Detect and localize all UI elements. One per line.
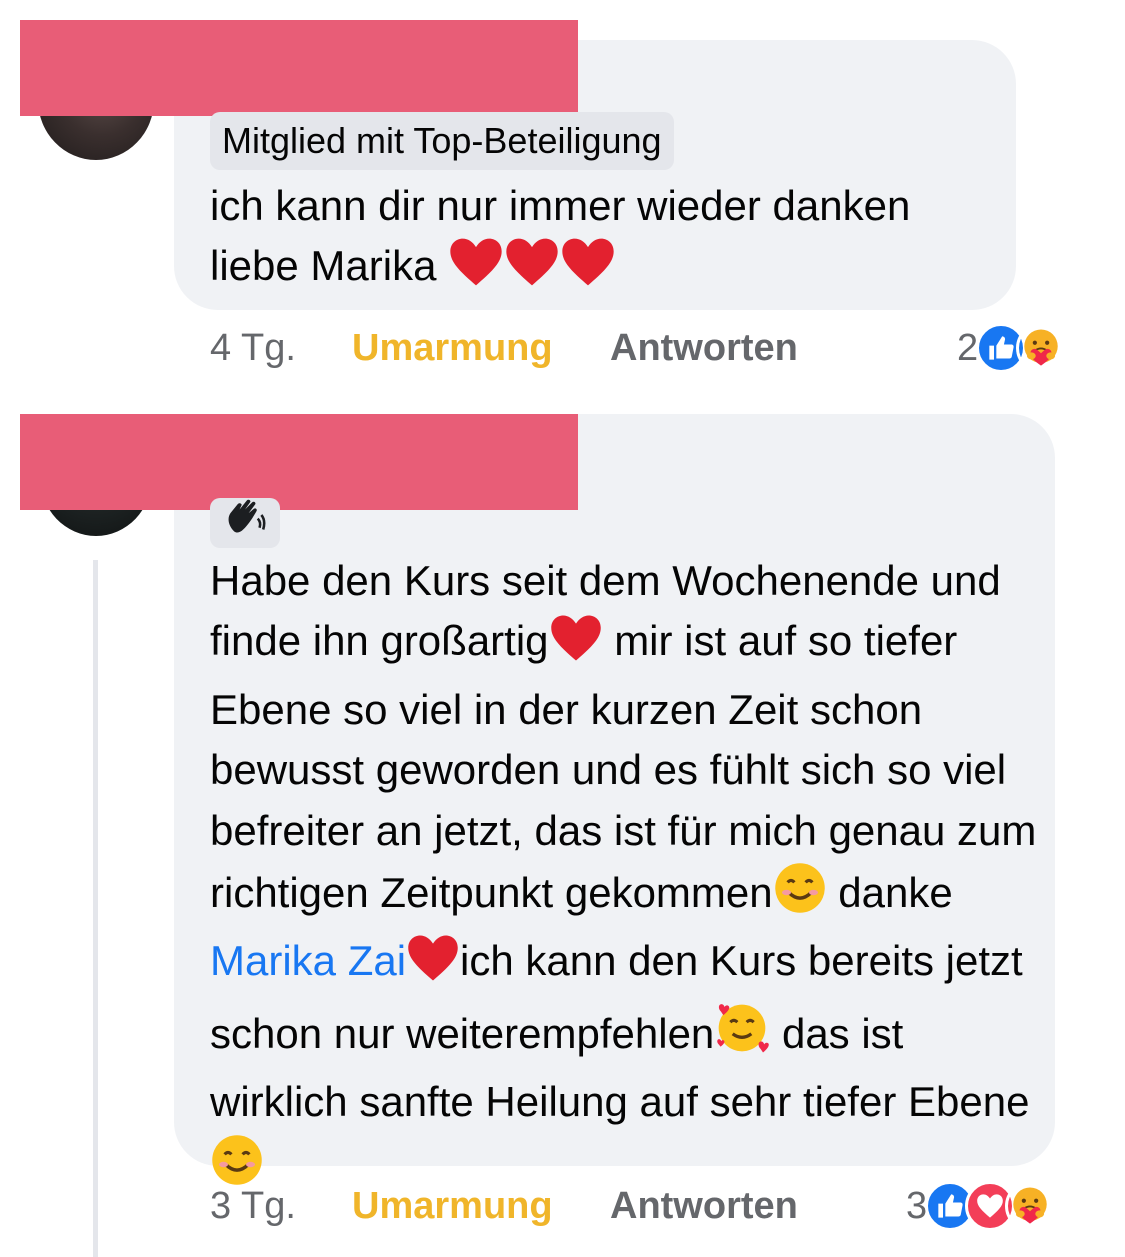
waving-hand-icon [223, 494, 267, 552]
heart-emoji-icon [406, 933, 460, 999]
comment-text: Habe den Kurs seit dem Wochenende und fi… [210, 551, 1040, 1203]
hug-reaction-button[interactable]: Umarmung [352, 1181, 553, 1231]
heart-emoji-icon [504, 236, 560, 304]
smiling-face-with-hearts-emoji-icon [714, 1000, 770, 1072]
heart-emoji-icon [560, 236, 616, 304]
hug-reaction-button[interactable]: Umarmung [352, 323, 553, 373]
top-contributor-badge: Mitglied mit Top-Beteiligung [210, 112, 674, 170]
redacted-name-bar [20, 20, 578, 116]
comment-timestamp[interactable]: 4 Tg. [210, 323, 296, 373]
reaction-summary[interactable]: 2 [957, 322, 1067, 374]
care-hug-icon [1016, 323, 1067, 373]
reply-button[interactable]: Antworten [610, 323, 798, 373]
comment-text: ich kann dir nur immer wieder danken lieb… [210, 176, 1010, 304]
heart-emoji-icon [448, 236, 504, 304]
reply-thread-line [93, 560, 98, 1257]
smiling-face-emoji-icon [773, 861, 827, 931]
heart-emoji-icon [549, 613, 603, 679]
comment-timestamp[interactable]: 3 Tg. [210, 1181, 296, 1231]
redacted-name-bar [20, 414, 578, 510]
new-member-badge [210, 498, 280, 548]
reaction-summary[interactable]: 3 [906, 1180, 1056, 1232]
reaction-count: 3 [906, 1184, 928, 1227]
reply-button[interactable]: Antworten [610, 1181, 798, 1231]
care-hug-icon [1005, 1181, 1056, 1231]
mention-link[interactable]: Marika Zai [210, 937, 406, 984]
reaction-count: 2 [957, 326, 979, 369]
